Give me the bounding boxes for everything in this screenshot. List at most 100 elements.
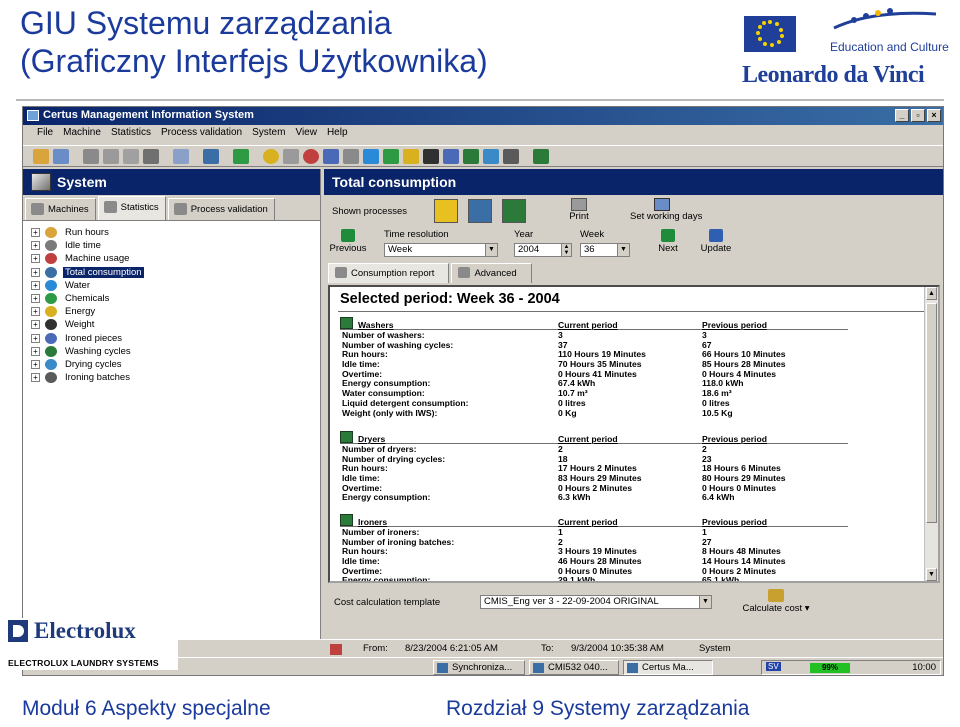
chevron-down-icon[interactable]: ▼	[485, 244, 497, 256]
expand-icon[interactable]: +	[31, 241, 40, 251]
task-synchroniza[interactable]: Synchroniza...	[433, 660, 525, 675]
tree-item[interactable]: + Machine usage	[31, 252, 320, 265]
slide-title-line2: (Graficzny Interfejs Użytkownika)	[20, 43, 488, 79]
update-button[interactable]: Update	[696, 229, 736, 254]
tab-statistics[interactable]: Statistics	[97, 196, 166, 220]
previous-button[interactable]: Previous	[328, 229, 368, 254]
language-indicator[interactable]: SV	[766, 662, 781, 671]
spinner-arrows-icon[interactable]: ▲ ▼	[561, 244, 571, 256]
previous-value: 6.4 kWh	[702, 492, 735, 503]
row-label: Overtime:	[342, 565, 383, 576]
scroll-up-icon[interactable]: ▲	[926, 287, 937, 300]
chevron-down-icon[interactable]: ▼	[699, 596, 711, 608]
pie-icon[interactable]	[303, 148, 319, 164]
tree-item[interactable]: + Chemicals	[31, 292, 320, 305]
tab-machines[interactable]: Machines	[25, 198, 96, 220]
scroll-down-icon[interactable]: ▼	[926, 568, 937, 581]
time-resolution-select[interactable]: Week ▼	[384, 243, 498, 257]
tree-item[interactable]: + Ironed pieces	[31, 332, 320, 345]
paste-icon[interactable]	[123, 148, 139, 164]
calculate-cost-button[interactable]: Calculate cost ▾	[738, 589, 814, 614]
tree-item[interactable]: + Energy	[31, 305, 320, 318]
clock-icon[interactable]	[263, 148, 279, 164]
row-label: Overtime:	[342, 482, 383, 493]
scroll-thumb[interactable]	[926, 303, 937, 523]
minimize-button[interactable]: _	[895, 109, 909, 122]
toolbar-button-icon[interactable]	[463, 148, 479, 164]
toolbar-button-icon[interactable]	[343, 148, 359, 164]
report-scrollbar[interactable]: ▲ ▼	[924, 287, 938, 581]
tree-item[interactable]: + Weight	[31, 318, 320, 331]
previous-value: 1	[702, 527, 707, 537]
report-row: Overtime: 0 Hours 0 Minutes 0 Hours 2 Minu…	[340, 566, 860, 576]
print-button[interactable]: Print	[564, 198, 594, 222]
tab-process-validation[interactable]: Process validation	[167, 198, 275, 220]
toolbar-button-icon[interactable]	[533, 148, 549, 164]
report-row: Run hours: 17 Hours 2 Minutes 18 Hours 6 M…	[340, 463, 860, 473]
tab-advanced[interactable]: Advanced	[451, 263, 532, 283]
cut-icon[interactable]	[83, 148, 99, 164]
expand-icon[interactable]: +	[31, 359, 40, 369]
maximize-button[interactable]: ▫	[911, 109, 925, 122]
delete-icon[interactable]	[143, 148, 159, 164]
week-select[interactable]: 36 ▼	[580, 243, 630, 257]
tree-item[interactable]: + Run hours	[31, 226, 320, 239]
toolbar-button-icon[interactable]	[33, 148, 49, 164]
tab-consumption-report[interactable]: Consumption report	[328, 263, 450, 283]
current-value: 0 Hours 0 Minutes	[558, 565, 633, 576]
previous-label: Previous	[329, 243, 367, 254]
dryer-filter-icon[interactable]	[468, 199, 492, 223]
toolbar-button-icon[interactable]	[443, 148, 459, 164]
menu-statistics[interactable]: Statistics	[111, 127, 151, 143]
tree-item[interactable]: + Drying cycles	[31, 358, 320, 371]
weight-icon[interactable]	[423, 148, 439, 164]
undo-icon[interactable]	[173, 148, 189, 164]
task-cmi532[interactable]: CMI532 040...	[529, 660, 619, 675]
toolbar-button-icon[interactable]	[53, 148, 69, 164]
water-icon[interactable]	[363, 148, 379, 164]
expand-icon[interactable]: +	[31, 280, 40, 290]
expand-icon[interactable]: +	[31, 228, 40, 238]
toolbar-button-icon[interactable]	[203, 148, 219, 164]
next-button[interactable]: Next	[648, 229, 688, 254]
tree-item[interactable]: + Idle time	[31, 239, 320, 252]
menu-view[interactable]: View	[295, 127, 317, 143]
tree-item-label: Water	[65, 279, 90, 291]
expand-icon[interactable]: +	[31, 373, 40, 383]
set-working-days-button[interactable]: Set working days	[630, 198, 702, 222]
year-spinner[interactable]: 2004 ▲ ▼	[514, 243, 572, 257]
menu-machine[interactable]: Machine	[63, 127, 101, 143]
current-value: 3 Hours 19 Minutes	[558, 546, 637, 557]
energy-icon[interactable]	[403, 148, 419, 164]
cost-template-select[interactable]: CMIS_Eng ver 3 - 22-09-2004 ORIGINAL ▼	[480, 595, 712, 609]
toolbar-button-icon[interactable]	[233, 148, 249, 164]
copy-icon[interactable]	[103, 148, 119, 164]
expand-icon[interactable]: +	[31, 346, 40, 356]
expand-icon[interactable]: +	[31, 307, 40, 317]
tree-item[interactable]: + Total consumption	[31, 266, 320, 279]
menu-help[interactable]: Help	[327, 127, 348, 143]
tree-item[interactable]: + Washing cycles	[31, 345, 320, 358]
close-button[interactable]: ×	[927, 109, 941, 122]
tree-item-label: Washing cycles	[65, 345, 131, 357]
tree-item[interactable]: + Water	[31, 279, 320, 292]
tree-item[interactable]: + Ironing batches	[31, 371, 320, 384]
expand-icon[interactable]: +	[31, 254, 40, 264]
menu-system[interactable]: System	[252, 127, 285, 143]
chemicals-icon[interactable]	[383, 148, 399, 164]
toolbar-button-icon[interactable]	[283, 148, 299, 164]
expand-icon[interactable]: +	[31, 320, 40, 330]
menu-process-validation[interactable]: Process validation	[161, 127, 242, 143]
task-certus[interactable]: Certus Ma...	[623, 660, 713, 675]
chevron-down-icon[interactable]: ▼	[617, 244, 629, 256]
expand-icon[interactable]: +	[31, 333, 40, 343]
toolbar-button-icon[interactable]	[323, 148, 339, 164]
washer-filter-icon[interactable]	[434, 199, 458, 223]
window-titlebar: Certus Management Information System _ ▫…	[23, 107, 943, 125]
menu-file[interactable]: File	[37, 127, 53, 143]
toolbar-button-icon[interactable]	[503, 148, 519, 164]
toolbar-button-icon[interactable]	[483, 148, 499, 164]
expand-icon[interactable]: +	[31, 267, 40, 277]
ironer-filter-icon[interactable]	[502, 199, 526, 223]
expand-icon[interactable]: +	[31, 294, 40, 304]
